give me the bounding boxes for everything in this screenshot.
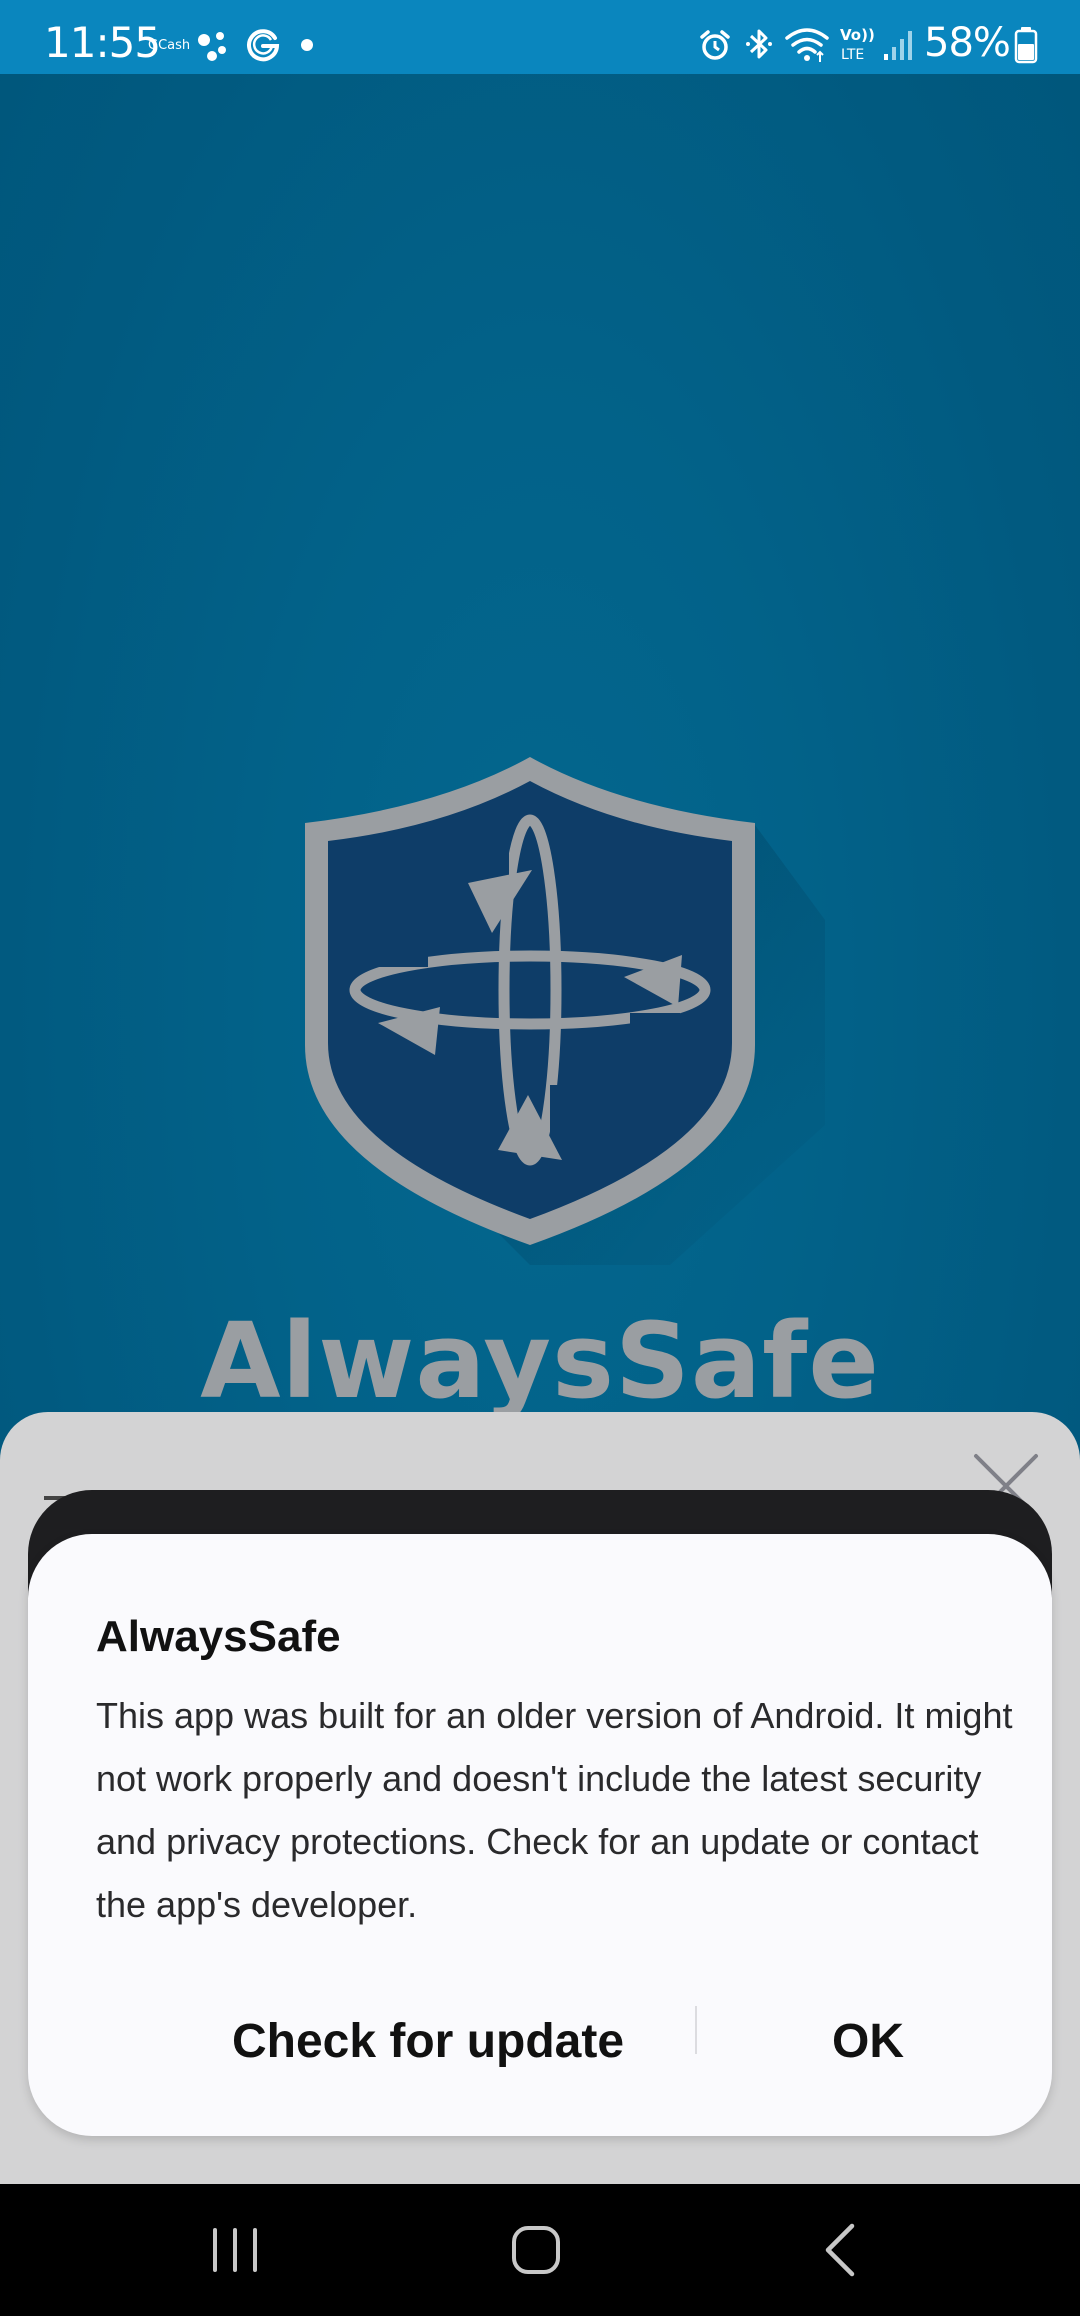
volte-icon: Vo)) LTE [840,26,874,63]
back-icon[interactable] [800,2218,880,2282]
signal-icon [884,31,912,60]
battery-percent: 58% [924,20,1011,66]
g-icon [247,29,280,62]
splash-app-name: AlwaysSafe [200,1300,880,1422]
status-time: 11:55 [44,18,161,67]
button-divider [695,2006,697,2054]
check-for-update-button[interactable]: Check for update [148,1994,708,2090]
gcash-notification-label: GCash [148,38,191,53]
alarm-icon [700,30,730,60]
svg-text:LTE: LTE [841,47,864,63]
wifi-icon [785,28,829,62]
ok-button[interactable]: OK [728,1994,1008,2090]
home-icon[interactable] [496,2218,576,2282]
dot-icon [301,39,313,51]
assistant-dots-icon [198,32,226,61]
compatibility-dialog: AlwaysSafe This app was built for an old… [28,1534,1052,2136]
dialog-title: AlwaysSafe [96,1612,341,1661]
dialog-message: This app was built for an older version … [96,1695,1013,1925]
screen: 11:55 GCash Vo)) LTE 58% AlwaysSafe Alwa… [0,0,1080,2316]
bluetooth-icon [746,29,772,59]
recent-apps-icon[interactable] [195,2218,275,2282]
svg-text:Vo)): Vo)) [840,26,874,44]
battery-icon [1014,27,1038,64]
status-bar: 11:55 GCash Vo)) LTE 58% [0,0,1080,74]
shield-arrows-icon [305,757,825,1265]
